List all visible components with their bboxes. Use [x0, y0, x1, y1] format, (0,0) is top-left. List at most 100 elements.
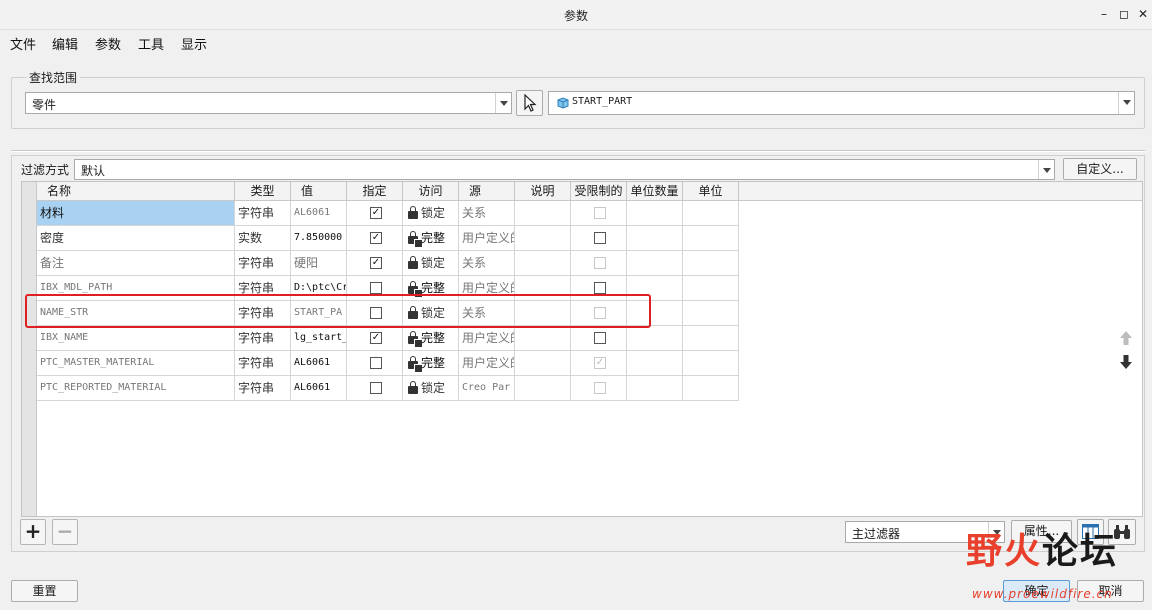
designated-checkbox[interactable]: ✓ — [370, 257, 382, 269]
access-cell[interactable]: 锁定 — [403, 251, 459, 276]
designated-checkbox[interactable] — [370, 382, 382, 394]
param-value[interactable]: lg_start_ — [291, 326, 347, 351]
restricted-cell[interactable] — [571, 201, 627, 226]
param-type[interactable]: 字符串 — [235, 326, 291, 351]
access-cell[interactable]: 锁定 — [403, 201, 459, 226]
param-unit-quantity[interactable] — [627, 376, 683, 401]
param-type[interactable]: 字符串 — [235, 351, 291, 376]
column-header-access[interactable]: 访问 — [403, 182, 459, 201]
restricted-cell[interactable]: ✓ — [571, 351, 627, 376]
param-name[interactable]: 备注 — [37, 251, 235, 276]
designated-cell[interactable]: ✓ — [347, 251, 403, 276]
column-header-unit[interactable]: 单位 — [683, 182, 739, 201]
restricted-checkbox[interactable] — [594, 282, 606, 294]
designated-cell[interactable] — [347, 351, 403, 376]
param-value[interactable]: AL6061 — [291, 351, 347, 376]
scope-type-select[interactable]: 零件 — [25, 92, 512, 114]
param-unit[interactable] — [683, 201, 739, 226]
access-cell[interactable]: 完整 — [403, 326, 459, 351]
param-unit[interactable] — [683, 326, 739, 351]
param-description[interactable] — [515, 351, 571, 376]
menu-edit[interactable]: 编辑 — [52, 34, 78, 53]
move-down-icon[interactable] — [1119, 354, 1133, 370]
param-description[interactable] — [515, 251, 571, 276]
customize-button[interactable]: 自定义... — [1063, 158, 1137, 180]
close-button[interactable]: ✕ — [1135, 6, 1151, 22]
param-type[interactable]: 字符串 — [235, 376, 291, 401]
column-header-type[interactable]: 类型 — [235, 182, 291, 201]
menu-tools[interactable]: 工具 — [138, 34, 164, 53]
param-name[interactable]: IBX_NAME — [37, 326, 235, 351]
param-unit-quantity[interactable] — [627, 351, 683, 376]
param-source[interactable]: 用户定义的 — [459, 351, 515, 376]
model-select[interactable]: START_PART — [548, 91, 1135, 115]
restricted-cell[interactable] — [571, 251, 627, 276]
access-cell[interactable]: 完整 — [403, 351, 459, 376]
param-description[interactable] — [515, 201, 571, 226]
column-header-unit-quantity[interactable]: 单位数量 — [627, 182, 683, 201]
param-source[interactable]: 用户定义的 — [459, 226, 515, 251]
designated-cell[interactable]: ✓ — [347, 226, 403, 251]
filter-select[interactable]: 默认 — [74, 159, 1055, 180]
designated-checkbox[interactable]: ✓ — [370, 232, 382, 244]
param-name[interactable]: PTC_MASTER_MATERIAL — [37, 351, 235, 376]
param-type[interactable]: 字符串 — [235, 251, 291, 276]
restricted-cell[interactable] — [571, 326, 627, 351]
designated-cell[interactable]: ✓ — [347, 326, 403, 351]
add-parameter-button[interactable]: + — [20, 519, 46, 545]
param-name[interactable]: 密度 — [37, 226, 235, 251]
param-value[interactable]: 7.850000 — [291, 226, 347, 251]
column-header-designated[interactable]: 指定 — [347, 182, 403, 201]
param-value[interactable]: 硬阳 — [291, 251, 347, 276]
column-header-restricted[interactable]: 受限制的 — [571, 182, 627, 201]
select-model-button[interactable] — [516, 90, 543, 116]
designated-checkbox[interactable] — [370, 282, 382, 294]
restricted-cell[interactable] — [571, 226, 627, 251]
param-source[interactable]: 关系 — [459, 251, 515, 276]
designated-cell[interactable]: ✓ — [347, 201, 403, 226]
param-unit[interactable] — [683, 251, 739, 276]
param-name[interactable]: 材料 — [37, 201, 235, 226]
param-unit-quantity[interactable] — [627, 251, 683, 276]
param-unit[interactable] — [683, 226, 739, 251]
restricted-cell[interactable] — [571, 376, 627, 401]
restore-button[interactable]: ◻ — [1116, 6, 1132, 22]
access-cell[interactable]: 锁定 — [403, 376, 459, 401]
param-value[interactable]: AL6061 — [291, 376, 347, 401]
param-description[interactable] — [515, 326, 571, 351]
reset-button[interactable]: 重置 — [11, 580, 78, 602]
column-header-source[interactable]: 源 — [459, 182, 515, 201]
param-description[interactable] — [515, 376, 571, 401]
column-header-value[interactable]: 值 — [291, 182, 347, 201]
param-type[interactable]: 实数 — [235, 226, 291, 251]
column-header-description[interactable]: 说明 — [515, 182, 571, 201]
access-cell[interactable]: 完整 — [403, 226, 459, 251]
menu-display[interactable]: 显示 — [181, 34, 207, 53]
minimize-button[interactable]: – — [1096, 6, 1112, 22]
menu-parameters[interactable]: 参数 — [95, 34, 121, 53]
designated-checkbox[interactable] — [370, 357, 382, 369]
move-up-icon[interactable] — [1119, 330, 1133, 346]
remove-parameter-button[interactable]: − — [52, 519, 78, 545]
param-value[interactable]: AL6061 — [291, 201, 347, 226]
restricted-checkbox[interactable] — [594, 332, 606, 344]
param-unit[interactable] — [683, 376, 739, 401]
param-source[interactable]: Creo Par — [459, 376, 515, 401]
param-unit-quantity[interactable] — [627, 226, 683, 251]
param-source[interactable]: 用户定义的 — [459, 326, 515, 351]
param-type[interactable]: 字符串 — [235, 201, 291, 226]
menu-file[interactable]: 文件 — [10, 34, 36, 53]
param-unit-quantity[interactable] — [627, 201, 683, 226]
param-description[interactable] — [515, 226, 571, 251]
designated-cell[interactable] — [347, 376, 403, 401]
designated-checkbox[interactable]: ✓ — [370, 332, 382, 344]
param-unit[interactable] — [683, 301, 739, 326]
param-unit-quantity[interactable] — [627, 326, 683, 351]
param-source[interactable]: 关系 — [459, 201, 515, 226]
param-unit[interactable] — [683, 276, 739, 301]
designated-checkbox[interactable]: ✓ — [370, 207, 382, 219]
param-name[interactable]: PTC_REPORTED_MATERIAL — [37, 376, 235, 401]
restricted-checkbox[interactable] — [594, 232, 606, 244]
param-unit[interactable] — [683, 351, 739, 376]
column-header-name[interactable]: 名称 — [37, 182, 235, 201]
